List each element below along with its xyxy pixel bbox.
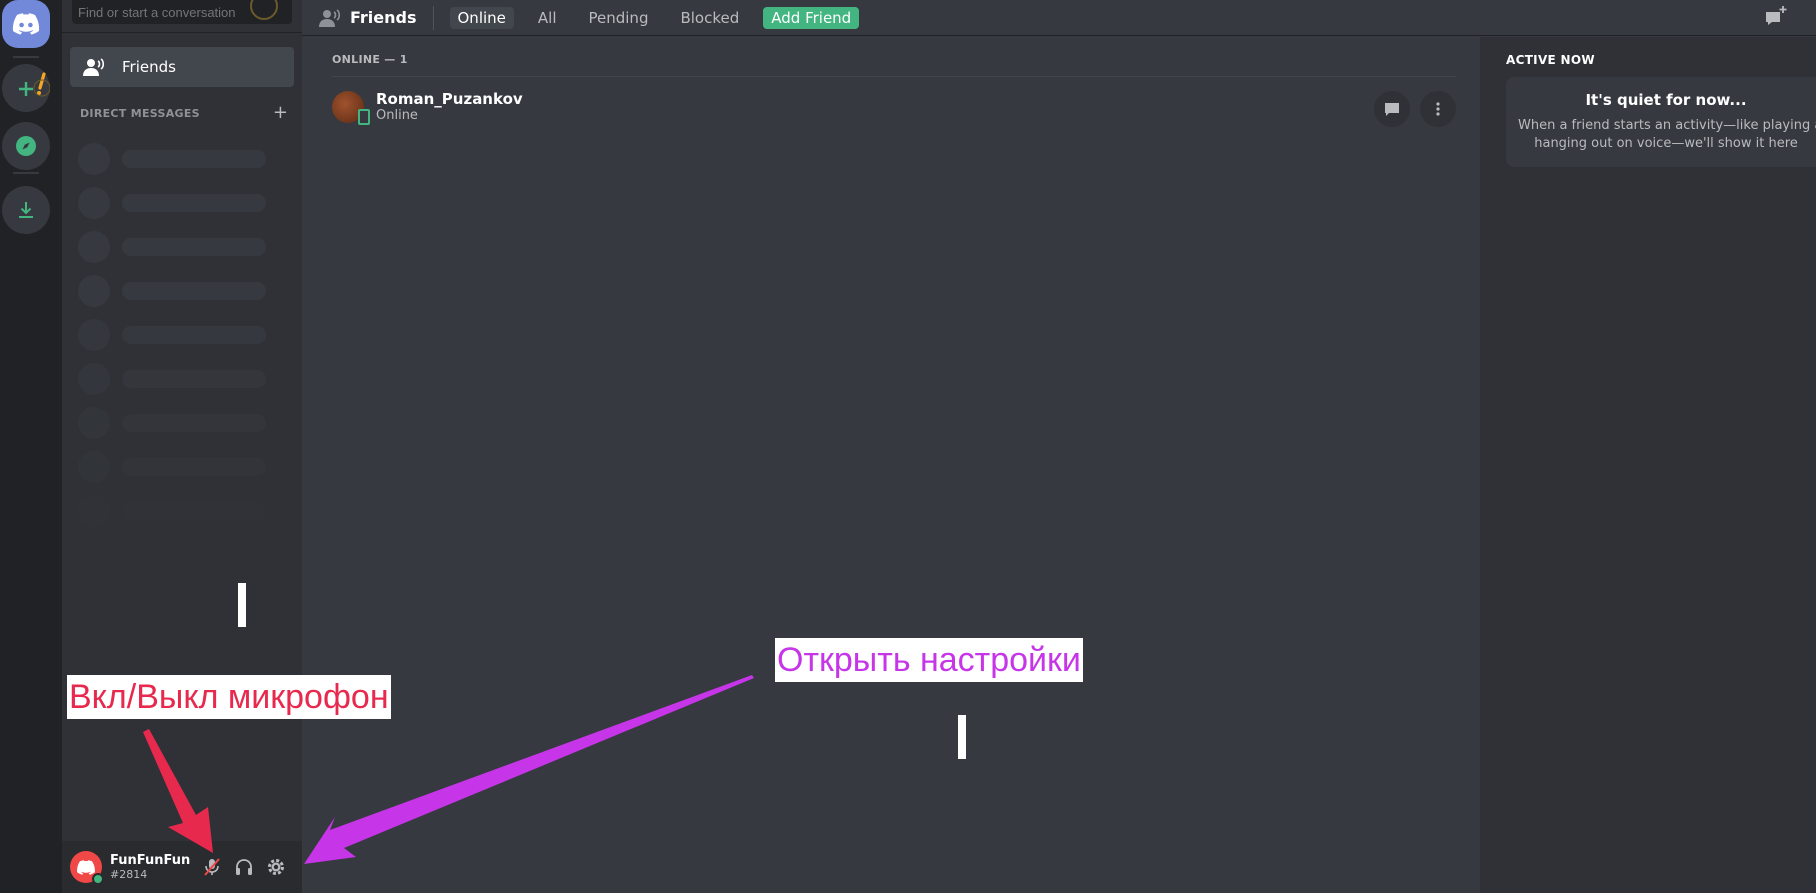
avatar[interactable] — [70, 851, 104, 885]
dm-placeholder-row — [78, 407, 278, 439]
cursor-caret — [238, 583, 246, 627]
friends-icon — [83, 58, 105, 76]
server-rail — [0, 0, 62, 893]
dm-placeholder-row — [78, 495, 278, 527]
active-now-panel: ACTIVE NOW It's quiet for now... When a … — [1480, 37, 1816, 893]
tab-pending[interactable]: Pending — [581, 7, 657, 29]
divider — [62, 32, 302, 33]
microphone-muted-icon — [204, 858, 220, 876]
placeholder-bar — [122, 502, 266, 520]
gear-icon — [268, 859, 284, 875]
friend-info: Roman_Puzankov Online — [376, 90, 523, 124]
status-indicator — [92, 873, 104, 885]
topbar: Friends Online All Pending Blocked Add F… — [302, 0, 1816, 36]
placeholder-bar — [122, 414, 266, 432]
placeholder-bar — [122, 370, 266, 388]
message-button[interactable] — [1374, 91, 1410, 127]
mute-button[interactable] — [196, 851, 228, 883]
active-now-title: ACTIVE NOW — [1506, 53, 1595, 67]
placeholder-bar — [122, 282, 266, 300]
friend-actions — [1364, 91, 1456, 127]
add-server-button[interactable] — [2, 64, 50, 112]
dm-placeholder-row — [78, 187, 278, 219]
headphones-icon — [236, 859, 252, 875]
mic-annotation-label: Вкл/Выкл микрофон — [67, 675, 391, 719]
add-friend-button[interactable]: Add Friend — [763, 6, 860, 29]
create-dm-button[interactable]: + — [273, 104, 288, 122]
placeholder-avatar — [78, 143, 110, 175]
friends-icon — [319, 8, 341, 27]
tab-online[interactable]: Online — [449, 6, 514, 29]
friend-name: Roman_Puzankov — [376, 90, 523, 108]
page-title-label: Friends — [350, 8, 417, 27]
active-now-empty-card: It's quiet for now... When a friend star… — [1506, 77, 1816, 167]
dm-placeholder-row — [78, 275, 278, 307]
user-settings-button[interactable] — [260, 851, 292, 883]
placeholder-bar — [122, 238, 266, 256]
mobile-status-icon — [358, 109, 370, 125]
new-group-dm-button[interactable] — [1764, 6, 1788, 34]
download-icon — [19, 202, 33, 218]
tab-all[interactable]: All — [530, 7, 565, 29]
placeholder-bar — [122, 326, 266, 344]
placeholder-bar — [122, 458, 266, 476]
dm-placeholder-row — [78, 143, 278, 175]
divider — [332, 76, 1456, 77]
compass-icon — [16, 136, 36, 156]
placeholder-bar — [122, 194, 266, 212]
placeholder-avatar — [78, 451, 110, 483]
list-item[interactable]: Roman_Puzankov Online — [332, 83, 1456, 131]
settings-annotation-label: Открыть настройки — [775, 638, 1083, 682]
placeholder-bar — [122, 150, 266, 168]
friend-status: Online — [376, 108, 418, 123]
empty-heading: It's quiet for now... — [1585, 91, 1747, 109]
dm-placeholder-row — [78, 451, 278, 483]
more-options-button[interactable] — [1420, 91, 1456, 127]
placeholder-avatar — [78, 187, 110, 219]
download-apps-button[interactable] — [2, 186, 50, 234]
direct-messages-header: DIRECT MESSAGES + — [80, 104, 288, 122]
user-panel: FunFunFun #2814 — [62, 841, 302, 893]
friends-list-panel: ONLINE — 1 Roman_Puzankov Online — [302, 37, 1478, 893]
more-vertical-icon — [1436, 102, 1440, 116]
empty-text-line: hanging out on voice—we'll show it here — [1534, 136, 1798, 151]
page-title: Friends — [318, 8, 417, 28]
sidebar-item-label: Friends — [122, 58, 176, 76]
app-window: Friends DIRECT MESSAGES + FunFunFun #281… — [0, 0, 1816, 893]
placeholder-avatar — [78, 407, 110, 439]
user-info: FunFunFun #2814 — [110, 853, 196, 881]
username: FunFunFun — [110, 853, 191, 868]
divider — [432, 5, 434, 30]
home-button[interactable] — [2, 0, 50, 48]
new-group-dm-icon — [1766, 6, 1787, 25]
placeholder-avatar — [78, 363, 110, 395]
dm-placeholder-row — [78, 319, 278, 351]
deafen-button[interactable] — [228, 851, 260, 883]
dm-placeholder-row — [78, 231, 278, 263]
cursor-caret — [958, 715, 966, 759]
tab-blocked[interactable]: Blocked — [672, 7, 747, 29]
plus-icon — [19, 72, 50, 97]
discord-logo-icon — [12, 13, 40, 35]
rail-separator — [13, 56, 39, 58]
placeholder-avatar — [78, 319, 110, 351]
explore-servers-button[interactable] — [2, 122, 50, 170]
dm-header-label: DIRECT MESSAGES — [80, 106, 200, 120]
sidebar: Friends DIRECT MESSAGES + FunFunFun #281… — [62, 0, 302, 893]
sidebar-item-friends[interactable]: Friends — [70, 47, 294, 87]
placeholder-avatar — [78, 495, 110, 527]
empty-text-line: When a friend starts an activity—like pl… — [1518, 118, 1816, 133]
discord-logo-icon — [77, 859, 95, 875]
avatar — [332, 91, 370, 125]
online-count-header: ONLINE — 1 — [332, 53, 408, 66]
dm-placeholder-row — [78, 363, 278, 395]
rail-separator — [13, 172, 39, 174]
chat-bubble-icon — [1385, 103, 1399, 116]
loading-ring-icon — [250, 0, 278, 20]
placeholder-avatar — [78, 231, 110, 263]
user-tag: #2814 — [110, 868, 148, 881]
placeholder-avatar — [78, 275, 110, 307]
